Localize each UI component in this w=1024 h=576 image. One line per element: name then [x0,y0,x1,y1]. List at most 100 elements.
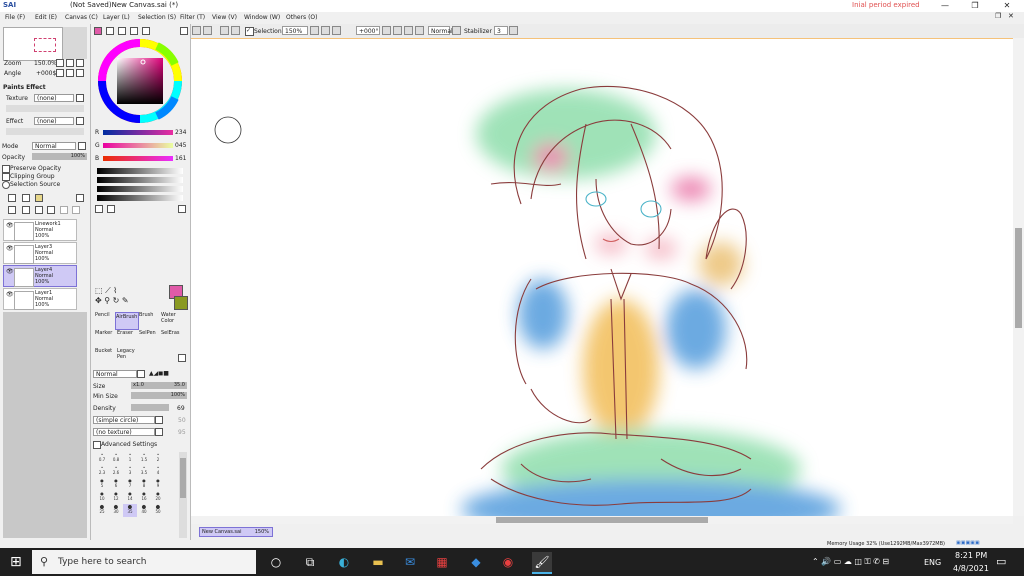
brush-size-cell[interactable]: ● 7 [123,478,137,491]
notifications-icon[interactable]: ▭ [996,555,1006,568]
rgb-slider-tab-icon[interactable] [106,27,114,35]
brush-blend-select[interactable]: Normal [93,370,137,378]
tool-pencil[interactable]: Pencil [95,312,110,318]
tool-brush[interactable]: Brush [139,312,153,318]
b-slider[interactable] [103,156,173,161]
restore-icon[interactable]: ❐ [995,12,1001,20]
menu-others[interactable]: Others (O) [286,14,317,21]
flip-icon[interactable] [415,26,424,35]
brush-size-cell[interactable]: • 2.3 [95,465,109,478]
deselect-icon[interactable] [220,26,229,35]
color-panel-menu-icon[interactable] [180,27,188,35]
b-value[interactable]: 161 [175,155,186,162]
stabilizer-field[interactable]: 3 [494,26,508,35]
density-slider[interactable] [131,404,169,411]
rotation-field[interactable]: +000° [356,26,380,35]
horizontal-scroll-thumb[interactable] [496,517,708,523]
layer-item[interactable]: 👁 Layer3 Normal 100% [3,242,77,264]
redo-icon[interactable] [203,26,212,35]
brush-size-cell[interactable]: ● 16 [137,491,151,504]
new-layer-icon[interactable] [8,194,16,202]
brush-shape-select[interactable]: (simple circle) [93,416,155,424]
tool-seleras[interactable]: SelEras [161,330,180,336]
advanced-settings-toggle[interactable] [93,441,101,449]
brush-texture-select[interactable]: (no texture) [93,428,155,436]
zoom-reset-icon[interactable] [332,26,341,35]
menu-canvas[interactable]: Canvas (C) [65,14,98,21]
new-linework-layer-icon[interactable] [22,194,30,202]
scratchpad-tab-icon[interactable] [142,27,150,35]
rotate-cw-icon[interactable] [66,69,74,77]
brush-size-cell[interactable]: ● 8 [137,478,151,491]
tool-menu-icon[interactable] [178,354,186,362]
canvas-vertical-scrollbar[interactable] [1013,38,1024,516]
menu-view[interactable]: View (V) [212,14,237,21]
texture-select[interactable]: (none) [34,94,74,102]
rotate-reset-small-icon[interactable] [76,69,84,77]
eye-icon[interactable]: 👁 [6,245,14,252]
tool-legacy-pen[interactable]: Legacy Pen [117,348,137,360]
eye-icon[interactable]: 👁 [6,268,14,275]
brush-size-cell[interactable]: ⬤ 40 [137,504,151,517]
menu-edit[interactable]: Edit (E) [35,14,57,21]
mask-icon[interactable] [72,206,80,214]
minimize-button[interactable]: — [938,0,952,12]
layer-item[interactable]: 👁 Linework1 Normal 100% [3,219,77,241]
windows-start-icon[interactable]: ⊞ [10,554,22,570]
r-value[interactable]: 234 [175,129,186,136]
clipping-group-checkbox[interactable] [2,173,10,181]
blend-dropdown-icon[interactable] [452,26,461,35]
tool-bucket[interactable]: Bucket [95,348,112,354]
tool-airbrush-selected[interactable]: AirBrush [115,312,139,330]
menu-selection[interactable]: Selection (S) [138,14,176,21]
brush-size-cell[interactable]: ⬤ 50 [151,504,165,517]
rotate-ccw-icon[interactable] [56,69,64,77]
color-mixer-bars[interactable] [97,168,183,202]
brush-size-cell[interactable]: ● 10 [95,491,109,504]
menu-file[interactable]: File (F) [5,14,25,21]
swatches-tab-icon[interactable] [130,27,138,35]
layer-item[interactable]: 👁 Layer1 Normal 100% [3,288,77,310]
zoom-in-icon[interactable] [321,26,330,35]
brush-blend-dropdown-icon[interactable] [137,370,145,378]
delete-layer-icon[interactable] [47,206,55,214]
g-slider[interactable] [103,143,173,148]
mode-dropdown-icon[interactable] [78,142,86,150]
store-icon[interactable]: ▦ [432,552,452,572]
texture-dropdown-icon[interactable] [76,94,84,102]
paint-tool-sai-icon[interactable]: 🖌 [532,552,552,574]
language-indicator[interactable]: ENG [924,558,941,567]
system-tray-icons[interactable]: ⌃ 🔊 ▭ ☁ ◫ ⚿ ✆ ⊟ [812,557,889,567]
effect-select[interactable]: (none) [34,117,74,125]
selection-source-radio[interactable] [2,181,10,189]
invert-selection-icon[interactable] [231,26,240,35]
selection-checkbox[interactable]: ✓ [245,27,254,36]
undo-icon[interactable] [192,26,201,35]
tool-eraser[interactable]: Eraser [117,330,133,336]
navigator-preview[interactable] [3,27,63,61]
brush-size-cell[interactable]: ● 14 [123,491,137,504]
document-tab[interactable]: New Canvas.sai 150% [199,527,273,537]
apply-mask-icon[interactable] [60,206,68,214]
color-wheel-tab-icon[interactable] [94,27,102,35]
brush-texture-dropdown-icon[interactable] [155,428,163,436]
file-explorer-icon[interactable]: ▬ [368,552,388,572]
blend-mode-select[interactable]: Normal [428,26,453,35]
new-folder-icon[interactable] [35,194,43,202]
brush-size-cell[interactable]: ● 9 [151,478,165,491]
eye-icon[interactable]: 👁 [6,291,14,298]
brush-size-cell[interactable]: ⬤ 30 [109,504,123,517]
g-value[interactable]: 045 [175,142,186,149]
secondary-color-swatch[interactable] [174,296,188,310]
app-icon[interactable]: ◆ [466,552,486,572]
zoom-plus-icon[interactable] [66,59,74,67]
tool-selpen[interactable]: SelPen [139,330,156,336]
close-doc-icon[interactable]: ✕ [1008,12,1014,20]
brush-size-cell[interactable]: ● 12 [109,491,123,504]
min-size-slider[interactable]: 100% [131,392,187,399]
size-slider[interactable]: x1.0 35.0 [131,382,187,389]
transfer-down-icon[interactable] [8,206,16,214]
close-button[interactable]: ✕ [1000,0,1014,12]
brush-size-cell[interactable]: • 3.5 [137,465,151,478]
color-menu-icon[interactable] [178,205,186,213]
